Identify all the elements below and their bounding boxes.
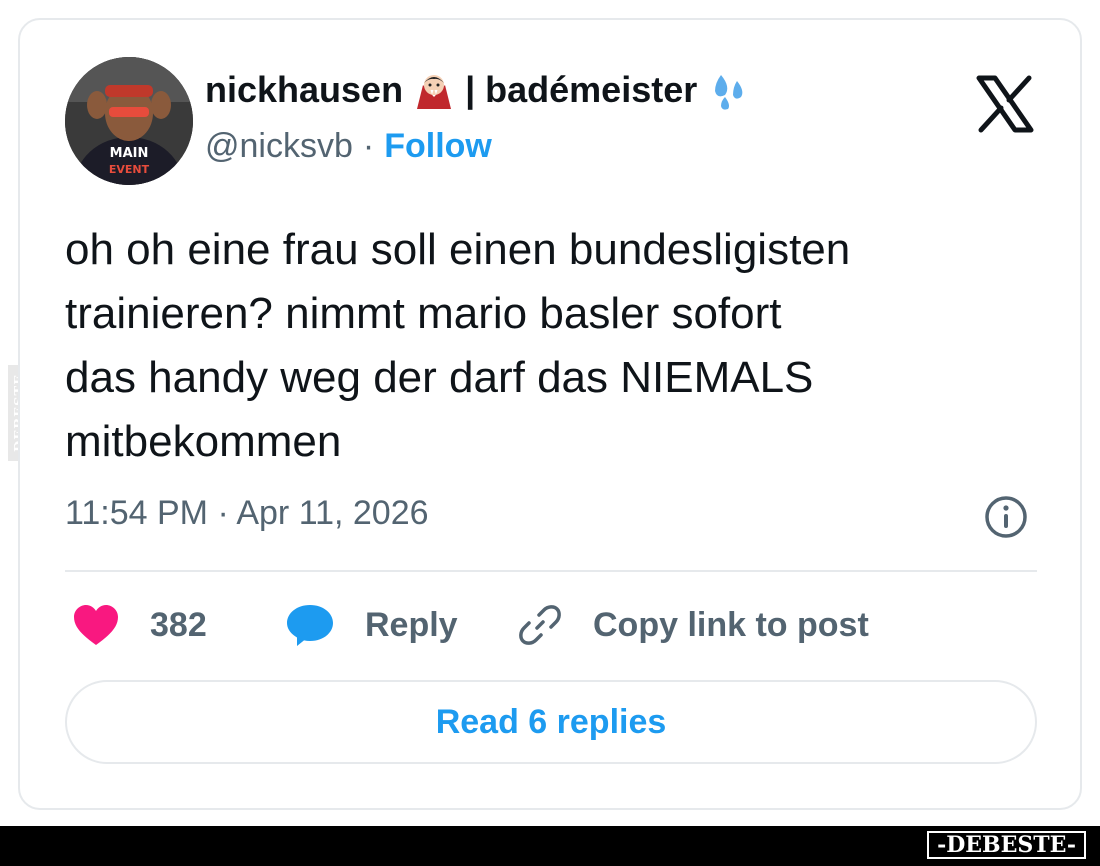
author-name-row[interactable]: nickhausen | badémeister — [205, 68, 749, 112]
vampire-emoji-icon — [417, 75, 452, 109]
display-name[interactable]: nickhausen — [205, 69, 403, 111]
author-handle-row: @nicksvb · Follow — [205, 124, 492, 168]
link-icon — [519, 605, 561, 645]
separator-dot: · — [362, 126, 375, 165]
tweet-card: MAIN EVENT nickhausen | badémeister @nic… — [18, 18, 1082, 810]
display-name-suffix: | badémeister — [465, 69, 698, 110]
reply-button[interactable]: Reply — [285, 600, 458, 650]
follow-button[interactable]: Follow — [384, 127, 492, 166]
author-handle[interactable]: @nicksvb — [205, 127, 353, 166]
divider — [65, 570, 1037, 572]
reply-label: Reply — [365, 605, 458, 644]
copy-link-label: Copy link to post — [593, 605, 869, 644]
tweet-text: oh oh eine frau soll einen bundesligiste… — [65, 225, 851, 466]
sweat-droplets-icon — [715, 75, 743, 110]
footer-bar: -DEBESTE- — [0, 826, 1100, 866]
like-button[interactable]: 382 — [72, 600, 207, 650]
footer-watermark-logo: -DEBESTE- — [926, 830, 1087, 860]
x-logo-icon[interactable] — [973, 72, 1037, 136]
svg-text:EVENT: EVENT — [109, 163, 150, 176]
heart-icon — [74, 605, 118, 645]
read-replies-button[interactable]: Read 6 replies — [65, 680, 1037, 764]
tweet-timestamp[interactable]: 11:54 PM · Apr 11, 2026 — [65, 494, 429, 533]
avatar-image: MAIN EVENT — [65, 57, 193, 185]
svg-text:MAIN: MAIN — [110, 146, 149, 161]
copy-link-button[interactable]: Copy link to post — [517, 600, 869, 650]
avatar[interactable]: MAIN EVENT — [65, 57, 193, 185]
reply-bubble-icon — [287, 605, 333, 646]
info-icon[interactable] — [983, 494, 1029, 540]
like-count: 382 — [150, 605, 207, 644]
